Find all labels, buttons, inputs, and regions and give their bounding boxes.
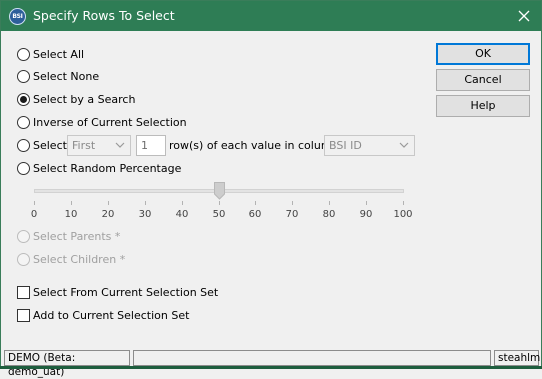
- slider-tick-label: 0: [30, 209, 38, 220]
- option-select-n-rows[interactable]: Select: [17, 137, 67, 153]
- select-by-search-radio[interactable]: [17, 92, 30, 106]
- option-select-parents[interactable]: Select Parents *: [17, 228, 120, 244]
- from-current-set-label: Select From Current Selection Set: [33, 285, 219, 299]
- slider-tick: [329, 201, 330, 205]
- slider-tick: [403, 201, 404, 205]
- slider-tick: [366, 201, 367, 205]
- close-button[interactable]: [506, 1, 541, 31]
- mode-dropdown[interactable]: First: [67, 135, 131, 156]
- slider-tick: [292, 201, 293, 205]
- title-bar[interactable]: BSI Specify Rows To Select: [1, 1, 541, 31]
- help-button[interactable]: Help: [436, 95, 530, 117]
- slider-tick: [108, 201, 109, 205]
- ok-button[interactable]: OK: [436, 43, 530, 65]
- option-select-by-search[interactable]: Select by a Search: [17, 91, 135, 107]
- slider-tick: [34, 201, 35, 205]
- slider-tick: [145, 201, 146, 205]
- slider-tick: [182, 201, 183, 205]
- option-from-current-set[interactable]: Select From Current Selection Set: [17, 284, 218, 300]
- percentage-slider-thumb[interactable]: [214, 182, 225, 200]
- slider-tick: [219, 201, 220, 205]
- mode-dropdown-value: First: [72, 139, 96, 152]
- select-all-label: Select All: [33, 47, 85, 61]
- column-dropdown[interactable]: BSI ID: [324, 135, 415, 156]
- status-message: [133, 350, 491, 366]
- status-environment: DEMO (Beta: demo_uat): [4, 350, 130, 378]
- option-add-to-current-set[interactable]: Add to Current Selection Set: [17, 307, 189, 323]
- select-none-radio[interactable]: [17, 69, 30, 83]
- chevron-down-icon: [115, 142, 125, 148]
- slider-tick-label: 70: [285, 209, 299, 220]
- slider-tick-label: 90: [359, 209, 373, 220]
- slider-tick-label: 20: [101, 209, 115, 220]
- random-percentage-label: Select Random Percentage: [33, 161, 182, 175]
- chevron-down-icon: [399, 142, 409, 148]
- option-select-children[interactable]: Select Children *: [17, 251, 125, 267]
- select-none-label: Select None: [33, 69, 100, 83]
- select-parents-radio[interactable]: [17, 229, 30, 243]
- select-by-search-label: Select by a Search: [33, 92, 136, 106]
- slider-tick-label: 50: [212, 209, 226, 220]
- app-logo-icon: BSI: [9, 8, 26, 25]
- inverse-selection-radio[interactable]: [17, 115, 30, 129]
- slider-tick-label: 30: [138, 209, 152, 220]
- status-bar: DEMO (Beta: demo_uat) steahlm: [1, 349, 541, 378]
- specify-rows-dialog: BSI Specify Rows To Select Select All Se…: [0, 0, 542, 378]
- close-icon: [518, 10, 530, 22]
- row-count-input[interactable]: 1: [136, 135, 166, 156]
- slider-tick: [71, 201, 72, 205]
- select-n-rows-label: Select: [33, 138, 67, 152]
- option-random-percentage[interactable]: Select Random Percentage: [17, 160, 181, 176]
- add-to-current-set-checkbox[interactable]: [17, 308, 30, 322]
- select-children-radio[interactable]: [17, 252, 30, 266]
- status-user: steahlm: [494, 350, 540, 366]
- rows-per-value-label: row(s) of each value in column:: [169, 139, 343, 152]
- from-current-set-checkbox[interactable]: [17, 285, 30, 299]
- slider-tick: [255, 201, 256, 205]
- option-inverse-selection[interactable]: Inverse of Current Selection: [17, 114, 187, 130]
- option-select-none[interactable]: Select None: [17, 68, 99, 84]
- add-to-current-set-label: Add to Current Selection Set: [33, 308, 190, 322]
- slider-tick-label: 10: [64, 209, 78, 220]
- slider-tick-label: 80: [322, 209, 336, 220]
- select-parents-label: Select Parents *: [33, 229, 121, 243]
- select-children-label: Select Children *: [33, 252, 126, 266]
- dialog-title: Specify Rows To Select: [33, 8, 175, 23]
- cancel-button[interactable]: Cancel: [436, 69, 530, 91]
- slider-tick-label: 100: [393, 209, 413, 220]
- slider-tick-label: 40: [175, 209, 189, 220]
- option-select-all[interactable]: Select All: [17, 46, 84, 62]
- random-percentage-radio[interactable]: [17, 161, 30, 175]
- slider-tick-label: 60: [248, 209, 262, 220]
- column-dropdown-value: BSI ID: [329, 139, 362, 152]
- select-n-rows-radio[interactable]: [17, 138, 30, 152]
- select-all-radio[interactable]: [17, 47, 30, 61]
- slider-thumb-icon: [214, 182, 225, 200]
- inverse-selection-label: Inverse of Current Selection: [33, 115, 187, 129]
